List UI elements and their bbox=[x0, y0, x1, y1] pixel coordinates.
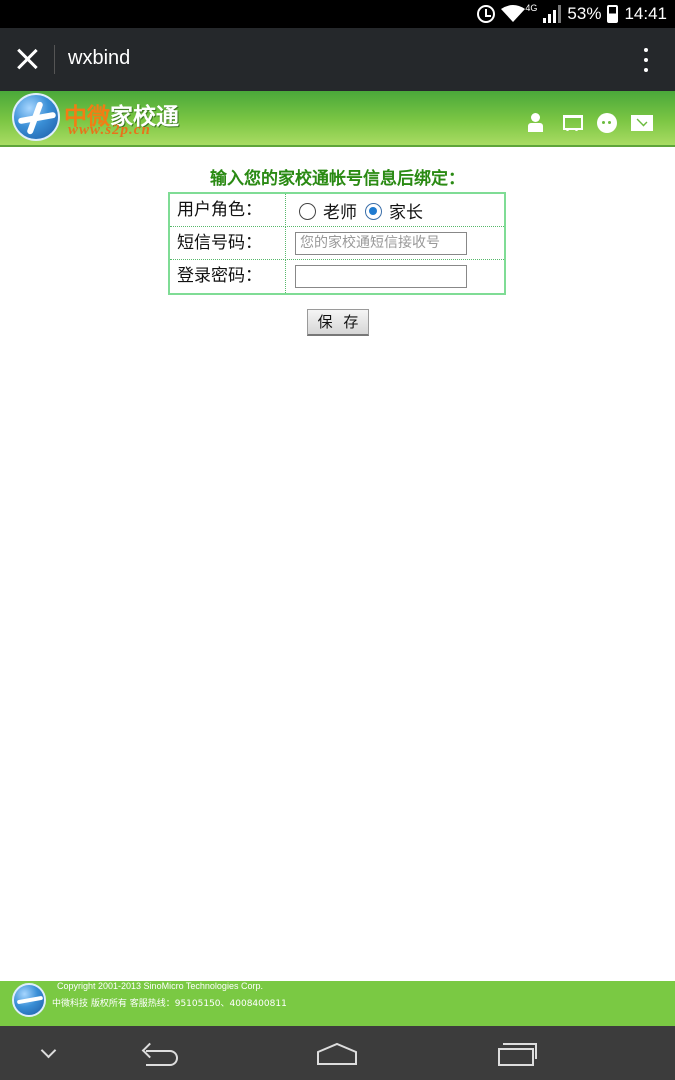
role-label: 用户角色： bbox=[170, 194, 286, 227]
phone-input[interactable]: 您的家校通短信接收号 bbox=[295, 232, 467, 255]
password-label: 登录密码： bbox=[170, 260, 286, 293]
bind-form-table: 用户角色： 老师 家长 短信号码： 您的家校通短信接收号 登录密码： bbox=[168, 192, 506, 295]
recent-apps-icon[interactable] bbox=[498, 1042, 537, 1066]
app-toolbar: wxbind bbox=[0, 28, 675, 91]
save-button[interactable]: 保 存 bbox=[307, 309, 369, 336]
role-field: 老师 家长 bbox=[287, 194, 504, 227]
toolbar-divider bbox=[54, 45, 55, 74]
site-footer: Copyright 2001-2013 SinoMicro Technologi… bbox=[0, 981, 675, 1026]
form-heading: 输入您的家校通帐号信息后绑定： bbox=[210, 169, 465, 189]
battery-icon bbox=[607, 5, 619, 23]
password-row: 登录密码： bbox=[170, 260, 504, 293]
signal-icon bbox=[543, 5, 562, 23]
chevron-down-icon[interactable] bbox=[40, 1042, 57, 1059]
role-parent-label[interactable]: 家长 bbox=[389, 198, 423, 223]
battery-percent: 53% bbox=[567, 4, 602, 23]
role-row: 用户角色： 老师 家长 bbox=[170, 194, 504, 227]
status-bar-right: 4G 53% 14:41 bbox=[477, 0, 667, 28]
phone-field: 您的家校通短信接收号 bbox=[287, 227, 504, 260]
role-parent-radio[interactable] bbox=[365, 203, 382, 220]
status-bar: 4G 53% 14:41 bbox=[0, 0, 675, 28]
system-nav-bar bbox=[0, 1026, 675, 1080]
alarm-icon bbox=[477, 5, 496, 23]
site-header: 中微家校通 www.s2p.cn bbox=[0, 91, 675, 147]
role-teacher-label[interactable]: 老师 bbox=[323, 198, 357, 223]
role-teacher-radio[interactable] bbox=[299, 203, 316, 220]
face-icon[interactable] bbox=[597, 113, 617, 133]
footer-copyright: Copyright 2001-2013 SinoMicro Technologi… bbox=[57, 981, 263, 991]
footer-company-line: 中微科技 版权所有 客服热线：95105150、4008400811 bbox=[52, 999, 287, 1009]
phone-label: 短信号码： bbox=[170, 227, 286, 260]
clock: 14:41 bbox=[624, 4, 667, 23]
logo-url: www.s2p.cn bbox=[68, 122, 151, 138]
overflow-menu-icon[interactable] bbox=[643, 48, 649, 72]
password-input[interactable] bbox=[295, 265, 467, 288]
wifi-icon bbox=[501, 5, 526, 22]
home-icon[interactable] bbox=[316, 1042, 358, 1066]
footer-logo-icon bbox=[12, 983, 46, 1017]
mail-icon[interactable] bbox=[631, 115, 653, 131]
logo-globe-icon bbox=[12, 93, 60, 141]
cart-icon[interactable] bbox=[561, 113, 583, 133]
header-icons bbox=[525, 113, 653, 133]
network-type: 4G bbox=[525, 3, 538, 13]
back-icon[interactable] bbox=[142, 1043, 178, 1066]
password-field bbox=[287, 260, 504, 293]
page-title: wxbind bbox=[68, 47, 131, 69]
close-icon[interactable] bbox=[14, 46, 40, 72]
phone-row: 短信号码： 您的家校通短信接收号 bbox=[170, 227, 504, 260]
user-icon[interactable] bbox=[525, 113, 547, 133]
